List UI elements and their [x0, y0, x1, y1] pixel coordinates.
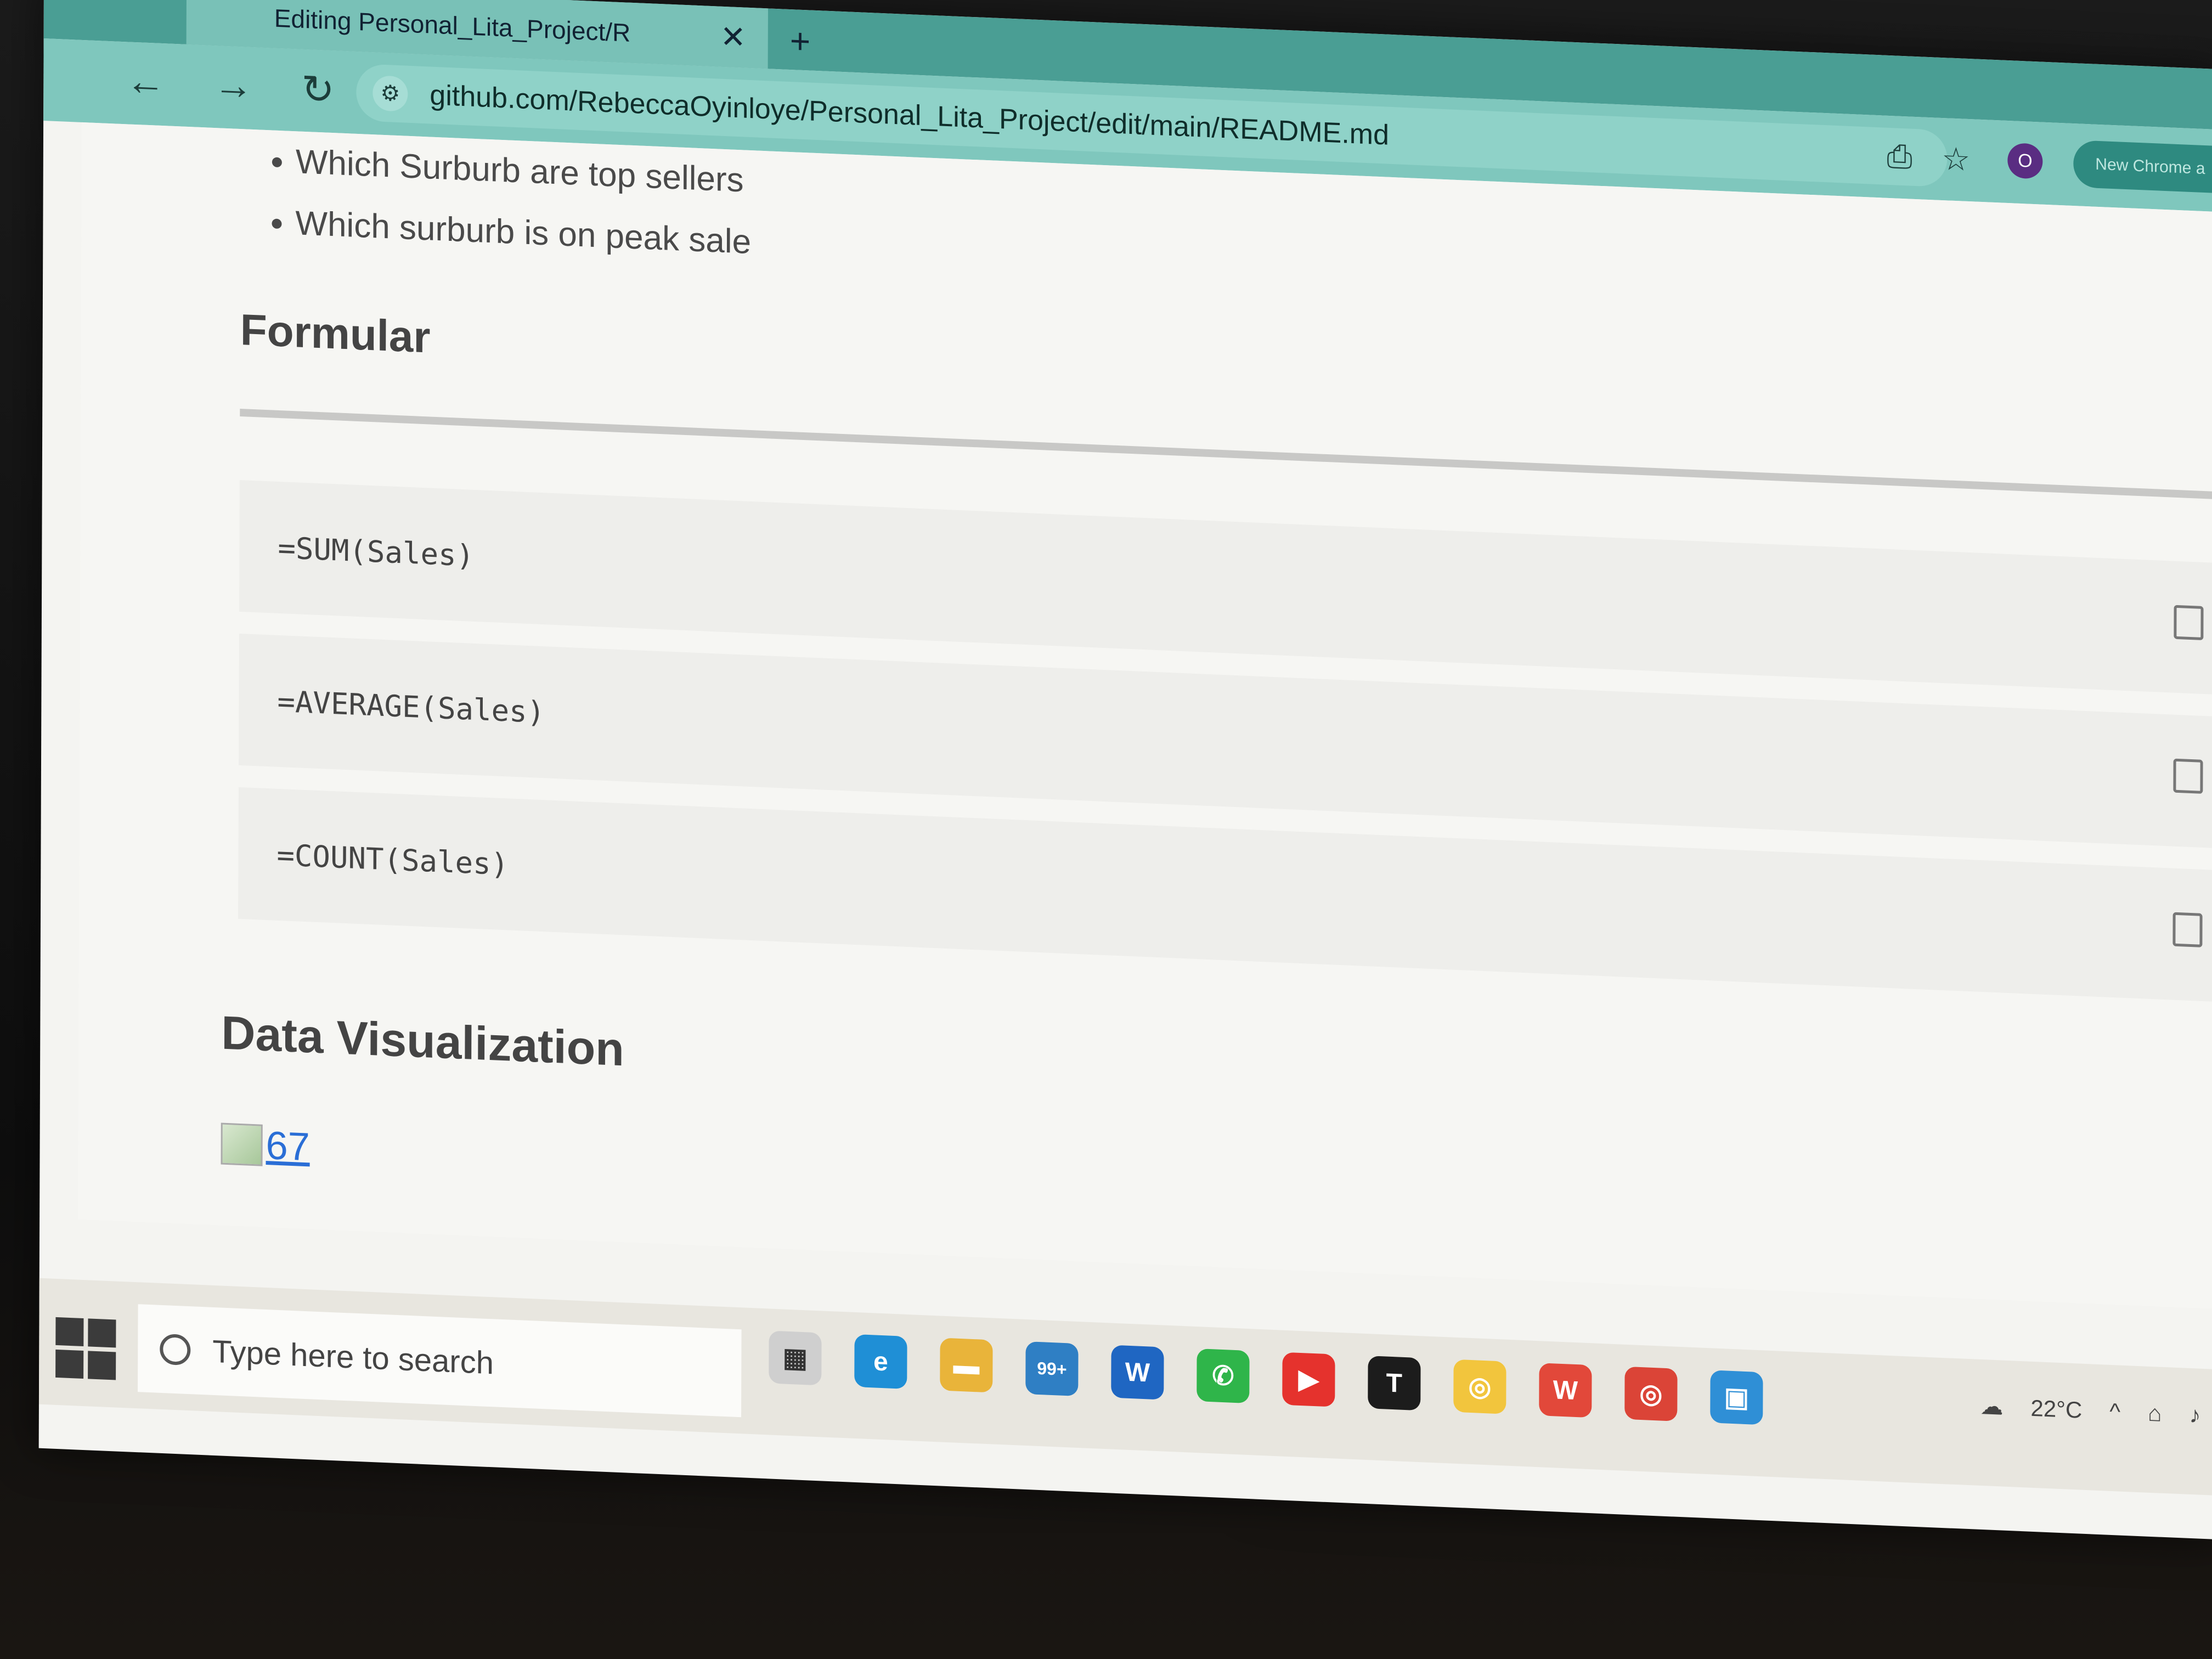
monitor-bezel: Editing Personal_Lita_Project/R ✕ + ← → …	[0, 0, 2212, 1659]
word-icon[interactable]: W	[1111, 1345, 1164, 1400]
task-view-icon[interactable]: ▦	[769, 1330, 822, 1386]
system-tray: ☁ 22°C ^ ⌂ ♪	[1980, 1392, 2200, 1429]
screen: Editing Personal_Lita_Project/R ✕ + ← → …	[38, 0, 2212, 1540]
readme-preview: Which Surburb are top sellers Which surb…	[78, 122, 2212, 1310]
image-link[interactable]: 67	[221, 1121, 310, 1170]
wps-office-icon[interactable]: W	[1539, 1363, 1592, 1418]
pinned-apps: ▦ e ▬ 99+ W ✆ ▶ T ◎ W ◎ ▣	[769, 1330, 1763, 1425]
windows-taskbar: Type here to search ▦ e ▬ 99+ W ✆ ▶ T ◎ …	[38, 1278, 2212, 1496]
back-icon[interactable]: ←	[126, 58, 165, 105]
tab-title: Editing Personal_Lita_Project/R	[274, 3, 631, 47]
file-explorer-icon[interactable]: ▬	[940, 1338, 993, 1393]
windows-start-icon[interactable]	[55, 1317, 116, 1380]
new-tab-icon[interactable]: +	[790, 20, 811, 62]
copy-icon[interactable]	[2173, 758, 2203, 794]
search-icon	[160, 1333, 191, 1366]
taskbar-search[interactable]: Type here to search	[138, 1304, 742, 1418]
code-text: =COUNT(Sales)	[276, 837, 509, 882]
mail-icon[interactable]: 99+	[1025, 1341, 1079, 1397]
code-text: =SUM(Sales)	[278, 530, 475, 573]
bookmark-star-icon[interactable]: ☆	[1942, 140, 1970, 178]
data-visualization-heading: Data Visualization	[221, 1006, 624, 1076]
formular-heading: Formular	[240, 305, 431, 362]
copy-icon[interactable]	[2172, 912, 2203, 947]
new-chrome-button[interactable]: New Chrome a	[2073, 140, 2212, 198]
site-settings-icon[interactable]: ⚙	[373, 75, 408, 112]
heading-divider	[240, 408, 2212, 502]
copy-icon[interactable]	[2174, 605, 2204, 640]
broken-image-icon	[221, 1122, 263, 1166]
edge-icon[interactable]: e	[854, 1334, 907, 1389]
chrome-icon[interactable]: ◎	[1453, 1359, 1506, 1414]
volume-icon[interactable]: ♪	[2189, 1401, 2200, 1428]
chrome-profile-icon[interactable]: ◎	[1624, 1366, 1678, 1421]
close-tab-icon[interactable]: ✕	[720, 19, 746, 56]
install-app-icon[interactable]: ⎙	[1887, 138, 1912, 176]
network-icon[interactable]: ⌂	[2148, 1400, 2162, 1426]
question-list: Which Surburb are top sellers Which surb…	[262, 130, 751, 273]
weather-icon[interactable]: ☁	[1980, 1392, 2003, 1420]
photos-icon[interactable]: ▣	[1710, 1370, 1763, 1425]
youtube-icon[interactable]: ▶	[1282, 1352, 1335, 1407]
tradingview-icon[interactable]: T	[1368, 1356, 1421, 1411]
image-alt-text: 67	[266, 1123, 310, 1170]
forward-icon[interactable]: →	[213, 62, 253, 109]
whatsapp-icon[interactable]: ✆	[1197, 1348, 1250, 1404]
search-placeholder: Type here to search	[212, 1333, 494, 1381]
code-text: =AVERAGE(Sales)	[277, 684, 545, 730]
mail-badge: 99+	[1037, 1358, 1067, 1379]
url-text: github.com/RebeccaOyinloye/Personal_Lita…	[430, 79, 1390, 151]
profile-avatar[interactable]: O	[2007, 143, 2043, 179]
chevron-up-icon[interactable]: ^	[2109, 1398, 2120, 1425]
reload-icon[interactable]: ↻	[301, 66, 335, 114]
temperature[interactable]: 22°C	[2030, 1395, 2082, 1423]
